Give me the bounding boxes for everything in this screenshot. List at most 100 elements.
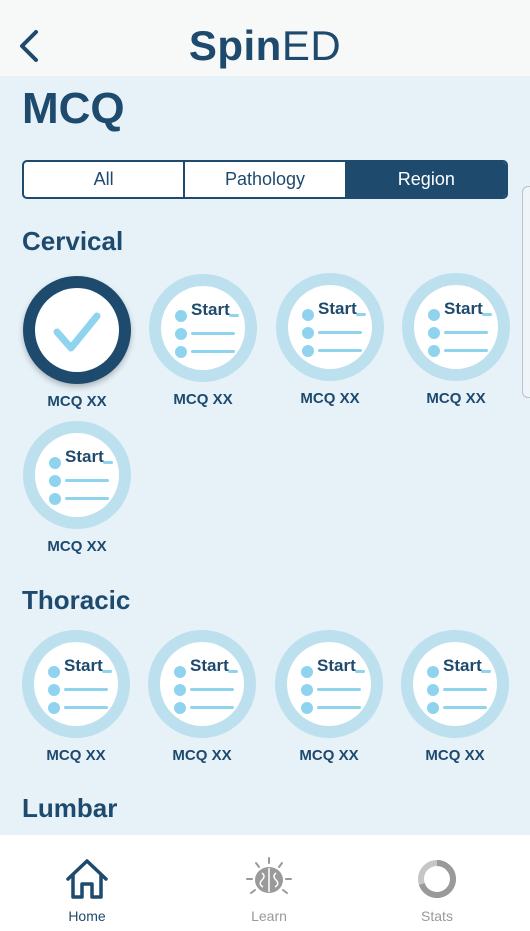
- filter-tab-all[interactable]: All: [24, 162, 183, 197]
- list-line-icon: [318, 349, 362, 352]
- list-dot-icon: [49, 457, 61, 469]
- quiz-start-badge: Start: [275, 630, 383, 738]
- quiz-badge-inner: Start: [160, 642, 244, 726]
- list-line-icon: [317, 706, 361, 709]
- list-line-icon: [191, 350, 235, 353]
- brain-icon: [246, 857, 292, 894]
- scroll-indicator: [522, 186, 530, 398]
- list-line-icon: [444, 331, 488, 334]
- list-dot-icon: [301, 666, 313, 678]
- list-dot-icon: [49, 475, 61, 487]
- list-line-icon: [64, 688, 108, 691]
- tab-label: Learn: [251, 908, 287, 924]
- list-line-icon: [482, 313, 492, 316]
- list-dot-icon: [174, 666, 186, 678]
- list-line-icon: [190, 706, 234, 709]
- quiz-item-completed[interactable]: MCQ XX: [17, 276, 137, 410]
- start-text: Start: [65, 447, 104, 466]
- quiz-label: MCQ XX: [47, 538, 107, 555]
- tab-label: Home: [68, 908, 106, 924]
- logo-bold-text: Spin: [188, 22, 282, 69]
- list-line-icon: [103, 461, 113, 464]
- donut-chart-icon: [418, 860, 456, 898]
- tab-label: Stats: [421, 908, 453, 924]
- section-title-cervical: Cervical: [22, 226, 124, 256]
- tab-learn[interactable]: Learn: [224, 857, 314, 924]
- list-dot-icon: [302, 345, 314, 357]
- list-line-icon: [355, 670, 365, 673]
- list-dot-icon: [428, 345, 440, 357]
- list-line-icon: [65, 479, 109, 482]
- list-dot-icon: [174, 702, 186, 714]
- list-line-icon: [102, 670, 112, 673]
- list-line-icon: [228, 670, 238, 673]
- quiz-item[interactable]: Start MCQ XX: [17, 421, 137, 555]
- list-dot-icon: [428, 327, 440, 339]
- quiz-badge-inner: Start: [161, 286, 245, 370]
- quiz-label: MCQ XX: [46, 747, 106, 764]
- filter-segmented-control: All Pathology Region: [22, 160, 508, 199]
- quiz-item[interactable]: Start MCQ XX: [395, 630, 515, 764]
- quiz-label: MCQ XX: [299, 747, 359, 764]
- list-line-icon: [190, 688, 234, 691]
- quiz-item[interactable]: Start MCQ XX: [16, 630, 136, 764]
- quiz-item[interactable]: Start MCQ XX: [269, 630, 389, 764]
- start-text: Start: [190, 656, 229, 675]
- list-line-icon: [229, 314, 239, 317]
- list-line-icon: [356, 313, 366, 316]
- list-dot-icon: [301, 684, 313, 696]
- list-dot-icon: [427, 702, 439, 714]
- quiz-label: MCQ XX: [172, 747, 232, 764]
- list-dot-icon: [48, 666, 60, 678]
- quiz-label: MCQ XX: [426, 390, 486, 407]
- quiz-item[interactable]: Start MCQ XX: [142, 630, 262, 764]
- quiz-item[interactable]: Start MCQ XX: [270, 273, 390, 407]
- page-title: MCQ: [22, 84, 125, 133]
- section-title-lumbar: Lumbar: [22, 793, 118, 823]
- list-line-icon: [443, 706, 487, 709]
- list-dot-icon: [175, 310, 187, 322]
- list-line-icon: [318, 331, 362, 334]
- start-text: Start: [317, 656, 356, 675]
- list-line-icon: [64, 706, 108, 709]
- filter-tab-region[interactable]: Region: [344, 162, 506, 197]
- list-dot-icon: [301, 702, 313, 714]
- home-icon: [66, 859, 108, 899]
- bottom-tab-bar: Home Learn Stats: [0, 835, 530, 931]
- tab-stats[interactable]: Stats: [392, 857, 482, 924]
- app-header: SpinED: [0, 0, 530, 76]
- start-text: Start: [191, 300, 230, 319]
- list-dot-icon: [427, 666, 439, 678]
- quiz-badge-inner: Start: [35, 433, 119, 517]
- quiz-badge-inner: [35, 288, 119, 372]
- quiz-item[interactable]: Start MCQ XX: [143, 274, 263, 408]
- tab-home[interactable]: Home: [42, 857, 132, 924]
- list-line-icon: [191, 332, 235, 335]
- logo-light-text: ED: [281, 22, 342, 69]
- list-dot-icon: [49, 493, 61, 505]
- checkmark-icon: [53, 312, 101, 352]
- app-logo: SpinED: [0, 22, 530, 70]
- quiz-item[interactable]: Start MCQ XX: [396, 273, 516, 407]
- quiz-badge-inner: Start: [287, 642, 371, 726]
- start-text: Start: [443, 656, 482, 675]
- quiz-completed-badge: [23, 276, 131, 384]
- quiz-start-badge: Start: [149, 274, 257, 382]
- list-dot-icon: [175, 328, 187, 340]
- list-line-icon: [317, 688, 361, 691]
- list-line-icon: [443, 688, 487, 691]
- quiz-label: MCQ XX: [173, 391, 233, 408]
- list-dot-icon: [175, 346, 187, 358]
- filter-tab-pathology[interactable]: Pathology: [183, 162, 344, 197]
- start-text: Start: [444, 299, 483, 318]
- quiz-badge-inner: Start: [413, 642, 497, 726]
- section-title-thoracic: Thoracic: [22, 585, 131, 615]
- quiz-label: MCQ XX: [300, 390, 360, 407]
- quiz-label: MCQ XX: [47, 393, 107, 410]
- quiz-badge-inner: Start: [288, 285, 372, 369]
- list-dot-icon: [174, 684, 186, 696]
- list-dot-icon: [302, 309, 314, 321]
- list-dot-icon: [428, 309, 440, 321]
- list-dot-icon: [427, 684, 439, 696]
- list-line-icon: [481, 670, 491, 673]
